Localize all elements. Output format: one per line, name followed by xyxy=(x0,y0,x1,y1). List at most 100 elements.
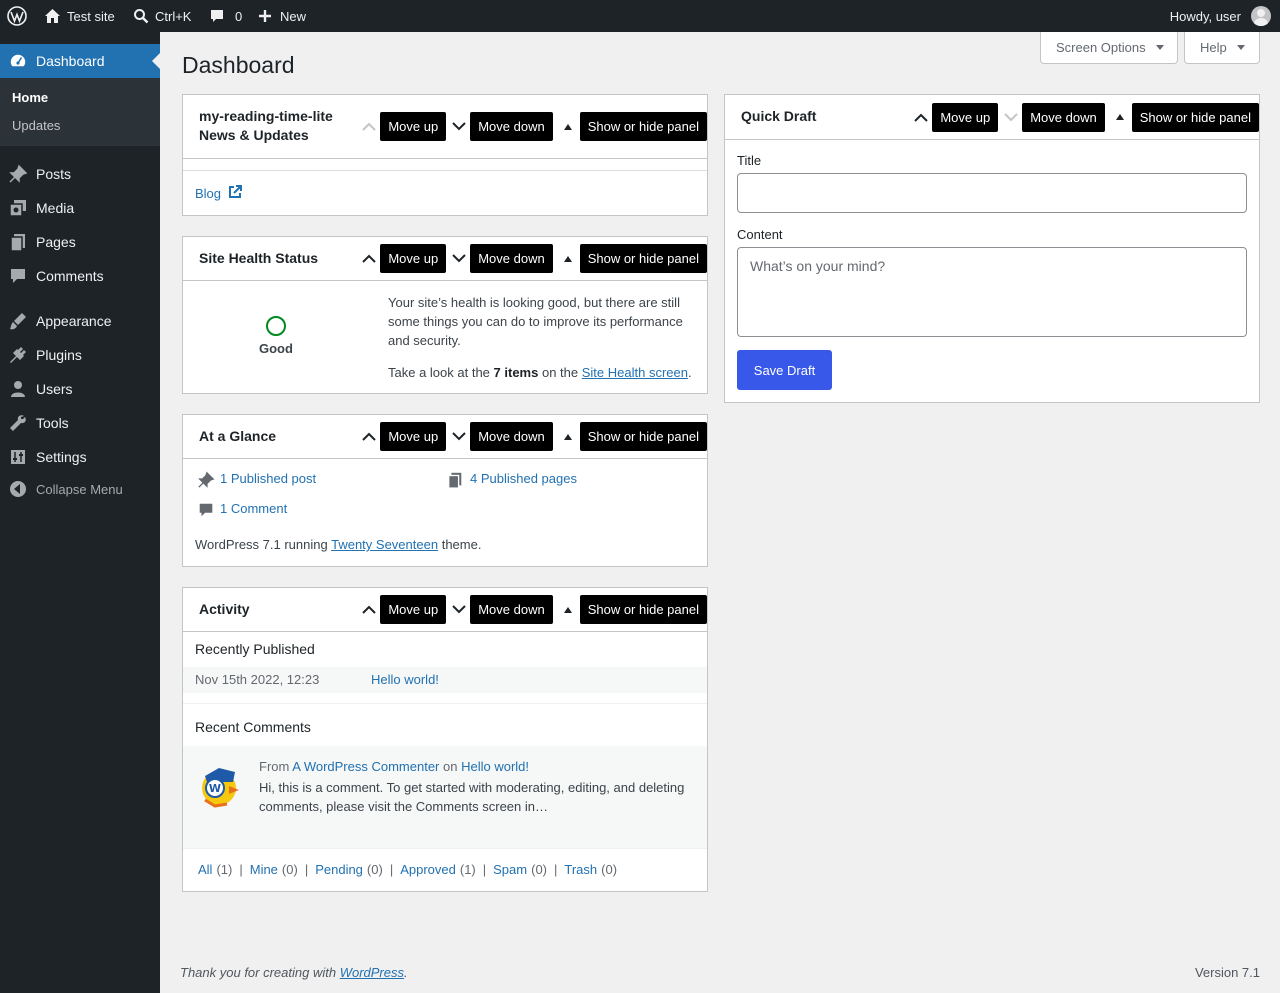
toggle-panel-icon[interactable] xyxy=(563,606,572,613)
site-health-screen-link[interactable]: Site Health screen xyxy=(582,365,688,380)
command-search[interactable]: Ctrl+K xyxy=(133,0,191,32)
sidebar-item-pages[interactable]: Pages xyxy=(0,225,160,259)
submenu-updates[interactable]: Updates xyxy=(12,118,60,133)
dashboard-submenu: Home Updates xyxy=(0,78,160,146)
wordpress-link[interactable]: WordPress xyxy=(340,965,404,980)
health-take-look: Take a look at the xyxy=(388,365,490,380)
chevron-down-icon[interactable] xyxy=(448,241,470,277)
draft-content-textarea[interactable]: What’s on your mind? xyxy=(737,247,1247,337)
move-down-tooltip: Move down xyxy=(1022,102,1105,132)
health-on-the: on the xyxy=(541,365,579,380)
pages-icon xyxy=(0,232,36,252)
chevron-up-icon[interactable] xyxy=(358,419,380,455)
widget-header: Site Health Status Move up Move down Sho… xyxy=(183,237,707,281)
sidebar-item-settings[interactable]: Settings xyxy=(0,440,160,474)
theme-link[interactable]: Twenty Seventeen xyxy=(331,537,438,552)
toggle-panel-icon[interactable] xyxy=(1115,114,1124,120)
comment-filter-all[interactable]: All xyxy=(198,862,212,877)
toggle-panel-icon[interactable] xyxy=(563,433,572,440)
sidebar-item-posts[interactable]: Posts xyxy=(0,157,160,191)
blog-link[interactable]: Blog xyxy=(195,184,243,203)
chevron-down-icon[interactable] xyxy=(1000,99,1022,135)
quick-draft-widget: Quick Draft Move up Move down Show or hi… xyxy=(724,94,1260,403)
pushpin-icon xyxy=(0,164,36,184)
new-content-link[interactable]: New xyxy=(258,0,306,32)
comment-filter-count: (0) xyxy=(281,862,298,877)
toggle-panel-tooltip: Show or hide panel xyxy=(579,595,707,624)
comment-icon xyxy=(0,266,36,286)
sidebar-item-media[interactable]: Media xyxy=(0,191,160,225)
post-title-link[interactable]: Hello world! xyxy=(371,672,439,687)
sidebar-item-appearance[interactable]: Appearance xyxy=(0,304,160,338)
admin-bar: Test site Ctrl+K 0 New Howdy, user xyxy=(0,0,1280,32)
news-widget: my-reading-time-lite News & Updates Move… xyxy=(182,94,708,216)
chevron-up-icon[interactable] xyxy=(910,99,932,135)
comment-filter-spam[interactable]: Spam xyxy=(493,862,527,877)
chevron-down-icon[interactable] xyxy=(448,419,470,455)
footer-thanks: Thank you for creating with WordPress. xyxy=(180,965,408,980)
sidebar-item-users[interactable]: Users xyxy=(0,372,160,406)
sidebar-item-comments[interactable]: Comments xyxy=(0,259,160,293)
collapse-menu-button[interactable]: Collapse Menu xyxy=(0,472,160,506)
draft-title-input[interactable] xyxy=(737,173,1247,213)
toggle-panel-tooltip: Show or hide panel xyxy=(579,422,707,451)
my-account[interactable]: Howdy, user xyxy=(1170,0,1271,32)
comment-filter-count: (0) xyxy=(531,862,547,877)
move-up-tooltip: Move up xyxy=(380,595,447,624)
sidebar-item-label: Pages xyxy=(36,234,76,250)
svg-text:W: W xyxy=(209,782,221,795)
comment-filter-pending[interactable]: Pending xyxy=(315,862,363,877)
commenter-avatar-icon: W xyxy=(199,762,241,808)
sidebar-item-label: Media xyxy=(36,200,75,216)
comments-count-link[interactable]: 1 Comment xyxy=(220,501,287,516)
comment-filter-approved[interactable]: Approved xyxy=(400,862,456,877)
pushpin-icon xyxy=(197,471,215,492)
search-icon xyxy=(133,8,149,24)
health-items-count: 7 items xyxy=(493,365,539,380)
comment-filter-count: (1) xyxy=(459,862,476,877)
widget-header: At a Glance Move up Move down Show or hi… xyxy=(183,415,707,459)
help-button[interactable]: Help xyxy=(1184,32,1260,64)
comments-link[interactable]: 0 xyxy=(209,0,242,32)
sidebar-item-tools[interactable]: Tools xyxy=(0,406,160,440)
sidebar-item-label: Dashboard xyxy=(36,53,105,69)
toggle-panel-icon[interactable] xyxy=(563,123,572,130)
comment-filter-count: (0) xyxy=(366,862,383,877)
screen-options-button[interactable]: Screen Options xyxy=(1040,32,1178,64)
chevron-up-icon[interactable] xyxy=(358,241,380,277)
move-down-tooltip: Move down xyxy=(470,112,553,141)
sidebar-item-label: Posts xyxy=(36,166,72,182)
comment-excerpt: Hi, this is a comment. To get started wi… xyxy=(259,780,685,814)
published-posts-link[interactable]: 1 Published post xyxy=(220,471,316,486)
caret-down-icon xyxy=(1236,45,1245,50)
widget-title: Site Health Status xyxy=(199,250,319,266)
comment-filter-count: (1) xyxy=(216,862,233,877)
search-shortcut: Ctrl+K xyxy=(155,8,192,24)
submenu-home[interactable]: Home xyxy=(12,90,48,105)
commenter-link[interactable]: A WordPress Commenter xyxy=(292,759,439,774)
filter-separator: | xyxy=(389,862,394,877)
wordpress-logo-icon[interactable] xyxy=(7,0,27,32)
chevron-up-icon[interactable] xyxy=(358,592,380,628)
comment-post-link[interactable]: Hello world! xyxy=(461,759,529,774)
chevron-down-icon[interactable] xyxy=(448,109,470,145)
chevron-down-icon[interactable] xyxy=(448,592,470,628)
site-name-link[interactable]: Test site xyxy=(44,0,115,32)
comment-on: on xyxy=(443,759,458,774)
site-name: Test site xyxy=(67,8,115,24)
user-icon xyxy=(0,379,36,399)
move-down-tooltip: Move down xyxy=(470,422,553,451)
published-pages-link[interactable]: 4 Published pages xyxy=(470,471,577,486)
save-draft-button[interactable]: Save Draft xyxy=(737,350,832,390)
toggle-panel-icon[interactable] xyxy=(563,255,572,262)
sidebar-item-plugins[interactable]: Plugins xyxy=(0,338,160,372)
comment-filter-mine[interactable]: Mine xyxy=(250,862,278,877)
move-up-tooltip: Move up xyxy=(932,102,999,132)
plus-icon xyxy=(258,9,272,23)
sidebar-item-label: Appearance xyxy=(36,313,112,329)
comment-meta: From A WordPress Commenter on Hello worl… xyxy=(259,759,699,774)
chevron-up-icon[interactable] xyxy=(358,109,380,145)
sidebar-item-dashboard[interactable]: Dashboard xyxy=(0,44,160,78)
comment-filter-trash[interactable]: Trash xyxy=(564,862,597,877)
health-status-label: Good xyxy=(259,341,293,356)
